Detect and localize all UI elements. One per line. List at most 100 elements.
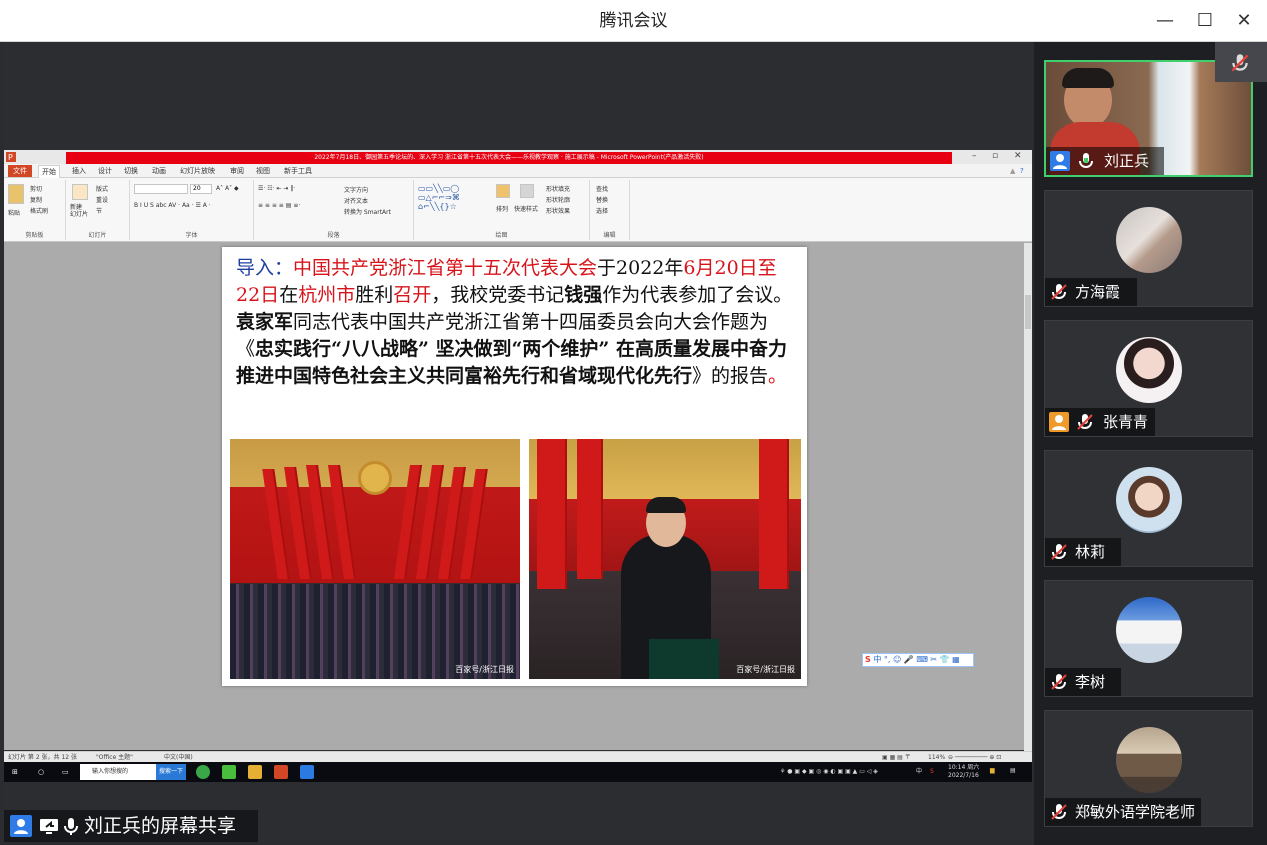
ppt-title: 2022年7月18日、御园第五季论坛的、深入学习 浙江省第十五次代表大会——乐视… [66,152,952,164]
paste-icon[interactable] [8,184,24,204]
align-text-button[interactable]: 对齐文本 [344,196,368,205]
tab-file[interactable]: 文件 [8,165,32,177]
microphone-icon [1079,153,1093,169]
tab-design[interactable]: 设计 [98,165,112,177]
tab-animations[interactable]: 动画 [152,165,166,177]
tab-slideshow[interactable]: 幻灯片放映 [180,165,215,177]
slide[interactable]: 导入：中国共产党浙江省第十五次代表大会于2022年6月20日至22日在杭州市胜利… [222,247,807,686]
find-button[interactable]: 查找 [596,184,608,193]
tab-home[interactable]: 开始 [38,165,60,178]
clock-time[interactable]: 10:14 周六 [948,764,979,771]
quick-styles-icon[interactable] [520,184,534,198]
slide-body-text: 导入：中国共产党浙江省第十五次代表大会于2022年6月20日至22日在杭州市胜利… [236,255,796,390]
slide-scrollbar[interactable] [1024,243,1032,751]
ime-tools: 中 °, ☺ 🎤 ⌨ ✂ 👕 ▦ [873,655,960,664]
layout-button[interactable]: 版式 [96,184,108,193]
muted-mic-icon [1051,674,1067,690]
powerpoint-taskbar-icon[interactable] [274,765,288,779]
smartart-button[interactable]: 转换为 SmartArt [344,207,391,216]
new-slide-button[interactable]: 新建 幻灯片 [70,204,88,218]
browser-app-icon[interactable] [196,765,210,779]
shape-effects-button[interactable]: 形状效果 [546,206,570,215]
file-explorer-icon[interactable] [248,765,262,779]
wechat-app-icon[interactable] [222,765,236,779]
help-icon[interactable]: ? [1020,165,1024,177]
participant-tile[interactable]: 郑敏外语学院老师 [1044,710,1253,827]
participant-tile[interactable]: 方海霞 [1044,190,1253,307]
group-label-slides: 幻灯片 [88,232,107,239]
ppt-status-bar: 幻灯片 第 2 张，共 12 张 "Office 主题" 中文(中国) ▣ ▦ … [4,751,1032,762]
participant-tile[interactable]: 林莉 [1044,450,1253,567]
ppt-minimize-icon[interactable]: – [972,151,977,161]
participant-name: 方海霞 [1075,283,1121,301]
muted-mic-icon [1051,804,1067,820]
participant-name: 郑敏外语学院老师 [1075,803,1196,821]
shape-outline-button[interactable]: 形状轮廓 [546,195,570,204]
text-direction-button[interactable]: 文字方向 [344,185,368,194]
participant-nameplate: 李树 [1045,668,1121,696]
font-name-input[interactable] [134,184,188,194]
ribbon-collapse-icon[interactable]: ▲ [1010,165,1015,177]
powerpoint-window: P 2022年7月18日、御园第五季论坛的、深入学习 浙江省第十五次代表大会——… [4,150,1032,782]
taskbar-search-button[interactable]: 搜索一下 [156,764,186,780]
participant-nameplate: 林莉 [1045,538,1121,566]
clock-date[interactable]: 2022/7/16 [948,772,979,779]
reset-button[interactable]: 重设 [96,195,108,204]
maximize-button[interactable]: ☐ [1192,8,1218,34]
ppt-title-bar: P 2022年7月18日、御园第五季论坛的、深入学习 浙江省第十五次代表大会——… [4,150,1032,164]
notes-icon[interactable]: ▆ [990,767,995,774]
tab-review[interactable]: 审阅 [230,165,244,177]
cut-button[interactable]: 剪切 [30,184,42,193]
ppt-restore-icon[interactable]: ▫ [992,151,998,161]
ppt-close-icon[interactable]: ✕ [1014,151,1022,161]
ime-toolbar[interactable]: S 中 °, ☺ 🎤 ⌨ ✂ 👕 ▦ [862,653,974,667]
microphone-icon [64,818,78,835]
group-label-editing: 编辑 [603,232,616,239]
shapes-gallery-icon[interactable]: ▭▭╲╲▭◯ ▭△⌐⌐⇒⌘ ⌂⌐╲╲{}☆ [418,184,460,211]
participant-tile[interactable]: 李树 [1044,580,1253,697]
tab-newbie-tools[interactable]: 新手工具 [284,165,312,177]
format-painter-button[interactable]: 格式刷 [30,206,48,215]
photos-app-icon[interactable] [300,765,314,779]
participant-tile[interactable]: 张青青 [1044,320,1253,437]
slide-text-segment: 作为代表参加了会议。 [602,284,793,306]
notification-icon[interactable]: ▤ [1010,767,1016,774]
quick-styles-button[interactable]: 快速样式 [514,204,538,213]
section-button[interactable]: 节 [96,206,102,215]
scrollbar-thumb[interactable] [1025,295,1031,329]
tab-insert[interactable]: 插入 [72,165,86,177]
slide-text-segment: 钱强 [564,284,603,306]
slide-canvas: 导入：中国共产党浙江省第十五次代表大会于2022年6月20日至22日在杭州市胜利… [4,243,1024,743]
font-size-input[interactable]: 20 [190,184,212,194]
window-title: 腾讯会议 [599,11,668,31]
font-style-icons[interactable]: B I U S abc AV · Aa · ☰ A · [134,202,211,209]
speaker-photo: 百家号/浙江日报 [529,439,801,679]
arrange-icon[interactable] [496,184,510,198]
participant-name: 张青青 [1103,413,1149,431]
sogou-tray-icon[interactable]: S [930,768,934,775]
replace-button[interactable]: 替换 [596,195,608,204]
task-view-icon[interactable]: ▭ [62,765,69,779]
cortana-icon[interactable]: ○ [38,765,44,779]
copy-button[interactable]: 复制 [30,195,42,204]
tab-transitions[interactable]: 切换 [124,165,138,177]
font-grow-icon[interactable]: A˄ A˅ ◆ [216,185,239,192]
ime-indicator[interactable]: 中 [916,768,922,775]
arrange-button[interactable]: 排列 [496,204,508,213]
taskbar-search-input[interactable]: 输入你想搜的 [80,764,156,780]
close-button[interactable]: ✕ [1231,8,1257,34]
host-icon [10,815,32,837]
bullets-icon[interactable]: ☰· ☷· ⇤ ⇥ ‖· [258,185,295,192]
shape-fill-button[interactable]: 形状填充 [546,184,570,193]
tray-icons[interactable]: ⚘ ● ▣ ◆ ▣ ◎ ◉ ◐ ▣ ▣ ▲ ▭ ◁ ◈ [780,768,878,775]
select-button[interactable]: 选择 [596,206,608,215]
tab-view[interactable]: 视图 [256,165,270,177]
minimize-button[interactable]: — [1152,8,1178,34]
mute-all-button[interactable] [1215,42,1267,82]
screen-share-icon [40,819,58,834]
paste-label[interactable]: 粘贴 [8,208,20,217]
windows-start-icon[interactable]: ⊞ [12,765,18,779]
ppt-ribbon: 粘贴 剪切 复制 格式刷 剪贴板 新建 幻灯片 版式 重设 节 幻灯片 20 A… [4,178,1032,242]
align-icons[interactable]: ≡ ≡ ≡ ≡ ▤ ≡· [258,202,300,209]
new-slide-icon[interactable] [72,184,88,200]
